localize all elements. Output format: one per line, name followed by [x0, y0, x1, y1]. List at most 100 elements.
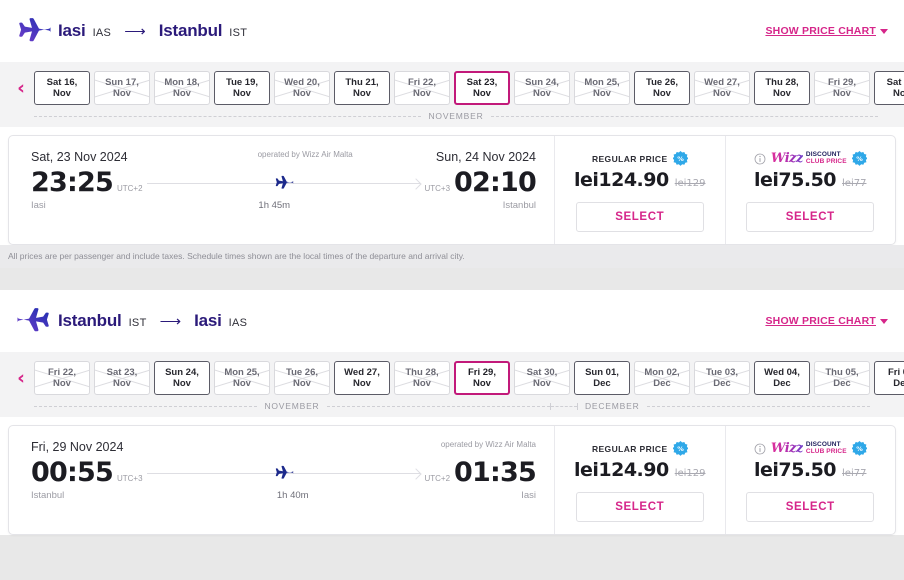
price-label-row: REGULAR PRICE % [592, 440, 688, 457]
month-rule [326, 405, 550, 407]
date-tab: Mon 18, Nov [154, 71, 210, 105]
route-arrow-icon: ⟶ [124, 23, 146, 40]
flight-info-bottom: Istanbul 1h 40m Iasi [31, 490, 536, 501]
price-column-discount-club: Wizz DISCOUNT CLUB PRICE % lei75.50 lei7… [724, 136, 896, 244]
flight-timeline: 00:55 UTC+3 UTC+2 01:35 [31, 457, 537, 488]
route-names: Iasi IAS ⟶ Istanbul IST [58, 21, 247, 41]
date-tab[interactable]: Wed 27, Nov [334, 361, 390, 395]
date-tab[interactable]: Sun 24, Nov [154, 361, 210, 395]
percent-discount-badge-icon: % [672, 151, 688, 166]
date-tab-month: Dec [713, 378, 731, 389]
date-tab[interactable]: Tue 26, Nov [634, 71, 690, 105]
date-tab[interactable]: Thu 21, Nov [334, 71, 390, 105]
date-tab-day: Thu 28, [765, 76, 799, 88]
regular-price-old: lei129 [674, 468, 706, 479]
select-button-discount-club[interactable]: SELECT [746, 492, 875, 522]
show-price-chart-label: SHOW PRICE CHART [765, 25, 876, 37]
date-tab-month: Nov [233, 88, 251, 99]
date-tab-month: Nov [353, 378, 371, 389]
date-tab[interactable]: Sat 16, Nov [34, 71, 90, 105]
arrival-time: 01:35 [454, 457, 537, 488]
select-button-regular[interactable]: SELECT [575, 492, 704, 522]
arrival-utc: UTC+2 [424, 473, 451, 483]
origin-city: Istanbul [58, 311, 122, 330]
date-tab[interactable]: Sun 01, Dec [574, 361, 630, 395]
wizz-discount-club-logo: Wizz DISCOUNT CLUB PRICE [771, 151, 847, 166]
date-tab-month: Nov [773, 88, 791, 99]
date-tab[interactable]: Sat 30,Nov [874, 71, 904, 105]
date-prev-arrow-icon[interactable]: ‹ [8, 78, 34, 98]
flight-search-results-page: Iasi IAS ⟶ Istanbul IST SHOW PRICE CHART… [0, 0, 904, 580]
flight-info-top: Sat, 23 Nov 2024 operated by Wizz Air Ma… [31, 150, 536, 164]
date-tab-month: Dec [893, 378, 904, 389]
date-prev-arrow-icon[interactable]: ‹ [8, 368, 34, 388]
regular-price-label: REGULAR PRICE [591, 443, 668, 454]
date-tab-month: Nov [473, 378, 491, 389]
date-tab: Sat 30, Nov [514, 361, 570, 395]
wizz-club-price-word: CLUB PRICE [805, 447, 847, 455]
plane-right-icon [275, 175, 293, 189]
journey-separator [0, 268, 904, 290]
journey-outbound: Iasi IAS ⟶ Istanbul IST SHOW PRICE CHART… [0, 0, 904, 268]
date-row: ‹ Fri 22, Nov Sat 23, Nov Sun 24, Nov Mon 25, N… [0, 361, 904, 395]
destination-code: IAS [228, 317, 248, 329]
date-tab: Sat 23, Nov [94, 361, 150, 395]
departure-airport: Istanbul [31, 490, 65, 501]
date-tab-day: Fri 29, [828, 76, 856, 88]
date-tab-day: Wed 27, [344, 366, 380, 378]
date-tab-day: Wed 20, [284, 76, 320, 88]
date-tab[interactable]: Fri 29, Nov [454, 361, 510, 395]
month-rule [646, 405, 870, 407]
select-button-regular[interactable]: SELECT [575, 202, 704, 232]
journey-return: Istanbul IST ⟶ Iasi IAS SHOW PRICE CHART… [0, 290, 904, 535]
wizz-club-price-word: CLUB PRICE [805, 157, 847, 165]
regular-price-old: lei129 [674, 178, 706, 189]
date-tab[interactable]: Thu 28, Nov [754, 71, 810, 105]
flight-track [146, 171, 421, 195]
date-tab-month: Nov [113, 88, 131, 99]
date-tab: Wed 20, Nov [274, 71, 330, 105]
departure-utc: UTC+2 [116, 183, 143, 193]
date-tab[interactable]: Fri 06,Dec [874, 361, 904, 395]
price-value-row: lei124.90 lei129 [574, 459, 706, 481]
select-button-discount-club[interactable]: SELECT [746, 202, 875, 232]
date-tab[interactable]: Tue 19, Nov [214, 71, 270, 105]
month-rule [490, 115, 879, 117]
result-wrap-outbound: Sat, 23 Nov 2024 operated by Wizz Air Ma… [0, 127, 904, 245]
date-tab-month: Nov [293, 88, 311, 99]
club-price-value: lei75.50 [754, 459, 837, 481]
month-label: NOVEMBER [264, 401, 320, 411]
club-price-old: lei77 [842, 468, 867, 479]
show-price-chart-link[interactable]: SHOW PRICE CHART [765, 25, 888, 37]
arrival-airport: Iasi [521, 490, 536, 501]
date-tab-day: Wed 27, [704, 76, 740, 88]
departure-date: Sat, 23 Nov 2024 [31, 150, 128, 164]
date-tab-month: Dec [653, 378, 671, 389]
show-price-chart-link[interactable]: SHOW PRICE CHART [765, 315, 888, 327]
date-tab-month: Nov [833, 88, 851, 99]
wizz-logo-words: DISCOUNT CLUB PRICE [805, 441, 847, 455]
wizz-logo-words: DISCOUNT CLUB PRICE [805, 151, 847, 165]
date-tab-day: Sun 17, [105, 76, 139, 88]
date-tab[interactable]: Wed 04, Dec [754, 361, 810, 395]
date-tab[interactable]: Sat 23, Nov [454, 71, 510, 105]
date-tab-day: Sat 23, [466, 76, 498, 88]
date-tab-month: Nov [593, 88, 611, 99]
date-tab-day: Mon 25, [224, 366, 260, 378]
flight-track [146, 461, 421, 485]
chevron-down-icon [880, 318, 888, 324]
date-tab: Mon 25, Nov [574, 71, 630, 105]
info-circle-icon[interactable] [754, 153, 766, 165]
price-label-row: Wizz DISCOUNT CLUB PRICE % [754, 440, 867, 457]
result-wrap-return: Fri, 29 Nov 2024 operated by Wizz Air Ma… [0, 417, 904, 535]
destination-code: IST [229, 27, 248, 39]
price-column-discount-club: Wizz DISCOUNT CLUB PRICE % lei75.50 lei7… [724, 426, 896, 534]
date-tabs-container: Fri 22, Nov Sat 23, Nov Sun 24, Nov Mon 25, Nov… [34, 361, 904, 395]
route-header-outbound: Iasi IAS ⟶ Istanbul IST SHOW PRICE CHART [0, 0, 904, 62]
route-header-return: Istanbul IST ⟶ Iasi IAS SHOW PRICE CHART [0, 290, 904, 352]
date-tab-day: Thu 21, [345, 76, 379, 88]
date-tab-month: Nov [233, 378, 251, 389]
departure-airport: Iasi [31, 200, 46, 211]
info-circle-icon[interactable] [754, 443, 766, 455]
chevron-down-icon [880, 28, 888, 34]
